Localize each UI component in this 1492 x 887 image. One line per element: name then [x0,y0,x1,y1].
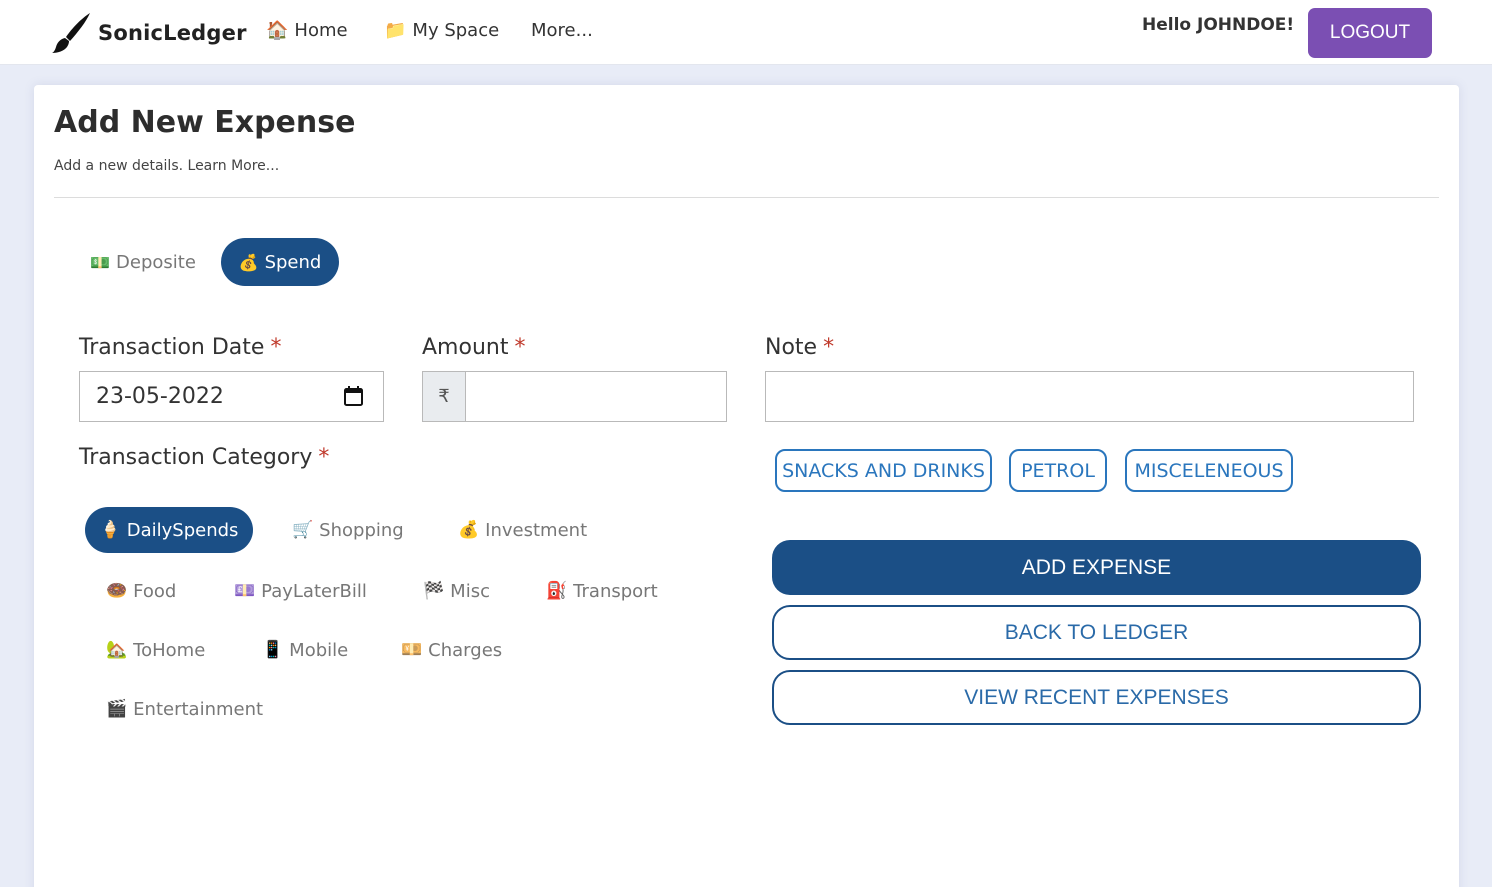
user-greeting: Hello JOHNDOE! [1142,15,1295,35]
required-marker: * [823,335,835,360]
category-food[interactable]: 🍩 Food [106,568,176,614]
money-bag-icon: 💰 [458,520,480,540]
category-label-dailyspends: DailySpends [126,519,239,541]
shopping-cart-icon: 🛒 [292,520,314,540]
dollar-bill-icon: 💵 [90,252,111,272]
doughnut-icon: 🍩 [106,581,128,601]
note-label-text: Note [765,335,818,360]
folder-icon: 📁 [384,20,407,41]
category-charges[interactable]: 💴 Charges [401,627,502,673]
view-recent-expenses-button[interactable]: VIEW RECENT EXPENSES [772,670,1421,725]
house-garden-icon: 🏡 [106,640,128,660]
mobile-phone-icon: 📱 [262,640,284,660]
add-expense-button[interactable]: ADD EXPENSE [772,540,1421,595]
ice-cream-icon: 🍦 [99,520,121,540]
category-tohome[interactable]: 🏡 ToHome [106,627,205,673]
category-investment[interactable]: 💰 Investment [458,507,587,553]
required-marker: * [318,445,330,470]
brush-logo-icon [52,13,90,53]
category-paylaterbill[interactable]: 💷 PayLaterBill [234,568,367,614]
fuel-pump-icon: ⛽ [546,581,568,601]
type-deposit-label: Deposite [116,251,196,273]
category-label-tohome: ToHome [133,639,206,661]
category-label-food: Food [133,580,177,602]
category-label-entertainment: Entertainment [133,698,264,720]
date-label: Transaction Date * [79,335,281,360]
category-dailyspends[interactable]: 🍦 DailySpends [85,507,253,553]
category-label: Transaction Category * [79,445,329,470]
brand-name: SonicLedger [98,21,247,45]
amount-input[interactable] [465,371,727,422]
note-label: Note * [765,335,834,360]
transaction-date-input[interactable]: 23-05-2022 [79,371,384,422]
nav-home-label: Home [294,20,348,41]
type-spend-label: Spend [264,251,322,273]
clapper-board-icon: 🎬 [106,699,128,719]
note-chip-snacks[interactable]: SNACKS AND DRINKS [775,449,992,492]
category-shopping[interactable]: 🛒 Shopping [292,507,404,553]
logout-button[interactable]: LOGOUT [1308,8,1432,58]
top-navbar: SonicLedger 🏠 Home 📁 My Space More... He… [0,0,1492,65]
page-title: Add New Expense [54,105,356,140]
required-marker: * [270,335,282,360]
category-label-transport: Transport [573,580,658,602]
category-transport[interactable]: ⛽ Transport [546,568,658,614]
money-bag-icon: 💰 [238,252,259,272]
amount-label-text: Amount [422,335,509,360]
category-misc[interactable]: 🏁 Misc [423,568,490,614]
category-label-shopping: Shopping [319,519,404,541]
amount-label: Amount * [422,335,525,360]
category-label-mobile: Mobile [289,639,349,661]
category-label-misc: Misc [450,580,490,602]
brand[interactable]: SonicLedger [52,12,247,54]
calendar-icon[interactable] [344,386,363,406]
house-icon: 🏠 [266,20,289,41]
note-input[interactable] [765,371,1414,422]
nav-more-label: More... [531,20,593,41]
note-chip-petrol[interactable]: PETROL [1009,449,1107,492]
category-entertainment[interactable]: 🎬 Entertainment [106,686,263,732]
type-spend-button[interactable]: 💰 Spend [221,238,339,286]
type-deposit-button[interactable]: 💵 Deposite [80,238,206,286]
required-marker: * [514,335,526,360]
nav-home-link[interactable]: 🏠 Home [266,20,348,41]
add-expense-card: Add New Expense Add a new details. Learn… [34,85,1459,887]
checkered-flag-icon: 🏁 [423,581,445,601]
note-chip-misceleneous[interactable]: MISCELENEOUS [1125,449,1293,492]
date-label-text: Transaction Date [79,335,265,360]
nav-my-space-link[interactable]: 📁 My Space [384,20,499,41]
category-label-investment: Investment [485,519,588,541]
banknote-icon: 💷 [234,581,256,601]
nav-more-link[interactable]: More... [531,20,593,41]
category-label-paylaterbill: PayLaterBill [261,580,367,602]
category-label-charges: Charges [428,639,503,661]
rupee-icon: ₹ [422,371,465,422]
category-label-text: Transaction Category [79,445,313,470]
divider [54,197,1439,198]
back-to-ledger-button[interactable]: BACK TO LEDGER [772,605,1421,660]
yen-banknote-icon: 💴 [401,640,423,660]
category-mobile[interactable]: 📱 Mobile [262,627,348,673]
date-value: 23-05-2022 [96,384,224,409]
nav-my-space-label: My Space [412,20,500,41]
page-subtitle[interactable]: Add a new details. Learn More... [54,158,279,174]
